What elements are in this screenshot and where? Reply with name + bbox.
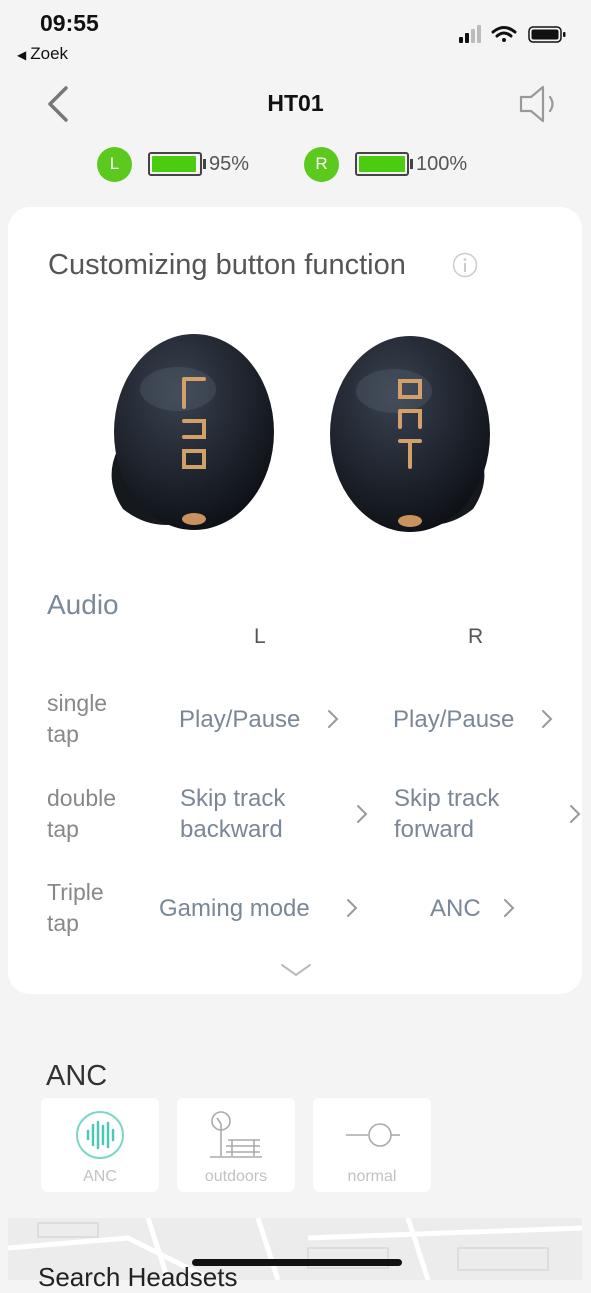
chevron-right-icon[interactable]	[540, 708, 554, 730]
single-tap-label: single tap	[47, 690, 108, 747]
triple-tap-left-value[interactable]: Gaming mode	[159, 893, 310, 924]
back-app-label: Zoek	[30, 44, 69, 63]
column-left-header: L	[254, 625, 266, 648]
page-title: HT01	[267, 90, 324, 116]
chevron-right-icon[interactable]	[355, 803, 369, 825]
single-tap-right-value[interactable]: Play/Pause	[393, 704, 514, 735]
battery-right-percent: 100%	[416, 152, 468, 175]
battery-left-percent: 95%	[209, 152, 250, 175]
battery-right: R 100%	[304, 146, 467, 182]
double-tap-left-value[interactable]: Skip track backward	[180, 783, 285, 845]
single-tap-left-value[interactable]: Play/Pause	[179, 704, 300, 735]
anc-mode-normal[interactable]: normal	[313, 1098, 431, 1192]
home-indicator[interactable]	[192, 1259, 402, 1266]
triple-tap-right-value[interactable]: ANC	[430, 893, 481, 924]
anc-mode-anc[interactable]: ANC	[41, 1098, 159, 1192]
double-tap-label: double tap	[47, 785, 117, 842]
info-icon[interactable]	[452, 252, 478, 278]
signal-icon	[459, 25, 481, 43]
anc-mode-outdoors-label: outdoors	[204, 1168, 268, 1185]
map-search-label[interactable]: Search Headsets	[38, 1262, 237, 1293]
anc-mode-normal-label: normal	[347, 1168, 397, 1185]
back-to-app-link[interactable]: ◀ Zoek	[17, 44, 68, 64]
chevron-down-icon[interactable]	[280, 963, 312, 977]
earbuds-image	[111, 334, 490, 532]
battery-left: L 95%	[97, 146, 249, 182]
anc-section-title: ANC	[46, 1060, 108, 1092]
column-right-header: R	[468, 625, 484, 648]
status-time: 09:55	[40, 10, 99, 36]
tree-bench-icon	[210, 1111, 262, 1158]
chevron-right-icon[interactable]	[568, 803, 582, 825]
triple-tap-label: Triple tap	[47, 879, 104, 936]
battery-right-badge: R	[304, 146, 339, 182]
toggle-icon	[346, 1123, 400, 1147]
audio-section-title: Audio	[47, 589, 119, 620]
chevron-right-icon[interactable]	[345, 897, 359, 919]
back-triangle-icon: ◀	[17, 48, 27, 62]
double-tap-right-value[interactable]: Skip track forward	[394, 783, 499, 845]
anc-mode-outdoors[interactable]: outdoors	[177, 1098, 295, 1192]
button-function-card: Customizing button function Audio L R si…	[8, 207, 582, 994]
speaker-icon[interactable]	[517, 83, 565, 125]
battery-left-badge: L	[97, 146, 132, 182]
wifi-icon	[491, 26, 517, 42]
chevron-right-icon[interactable]	[502, 897, 516, 919]
chevron-right-icon[interactable]	[326, 708, 340, 730]
status-icons	[459, 25, 566, 43]
battery-left-gauge	[148, 152, 202, 176]
waveform-icon	[76, 1111, 124, 1159]
anc-mode-anc-label: ANC	[83, 1168, 117, 1185]
battery-right-gauge	[355, 152, 409, 176]
battery-status-icon	[528, 26, 566, 43]
card-title: Customizing button function	[48, 249, 406, 281]
